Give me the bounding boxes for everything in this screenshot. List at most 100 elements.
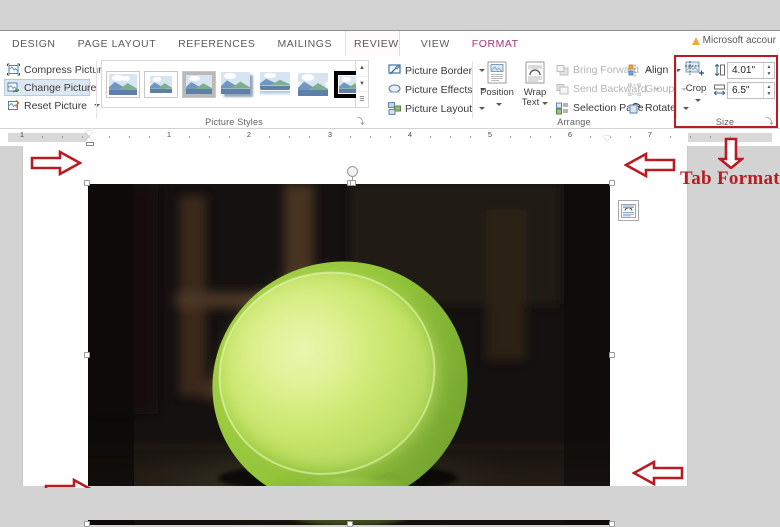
reset-picture-icon: [7, 99, 20, 112]
picture-layout-label: Picture Layout: [405, 102, 473, 115]
arrange-group-label: Arrange: [557, 117, 591, 127]
ribbon-group-adjust: Compress Pictures Change Picture Reset P…: [0, 56, 113, 128]
ruler-number-1: 1: [166, 130, 172, 139]
picture-layout-icon: [388, 102, 401, 115]
align-label: Align: [645, 64, 669, 76]
picture-style-3[interactable]: [220, 70, 254, 98]
ribbon-group-arrange: Position Wrap Text Bring Forward Send Ba…: [476, 56, 689, 128]
compress-pictures-button[interactable]: Compress Pictures: [4, 61, 113, 78]
align-icon: [628, 64, 641, 77]
chevron-down-icon[interactable]: [495, 103, 502, 106]
tab-design[interactable]: DESIGN: [0, 31, 67, 56]
wrap-text-label-2: Text: [521, 97, 540, 108]
green-glowing-lamp-photo[interactable]: [88, 184, 610, 525]
annotation-arrow-right-bottom: [631, 459, 684, 491]
group-divider-2: [472, 61, 473, 119]
document-page[interactable]: [22, 146, 688, 527]
page-left-edge: [22, 146, 23, 487]
reset-picture-label: Reset Picture: [24, 99, 88, 112]
change-picture-icon: [7, 81, 20, 94]
app-screenshot: DESIGN PAGE LAYOUT REFERENCES MAILINGS R…: [0, 0, 780, 527]
tab-format[interactable]: FORMAT: [460, 31, 530, 56]
picture-style-1[interactable]: [144, 70, 178, 98]
send-backward-icon: [556, 83, 569, 96]
picture-style-0[interactable]: [106, 70, 140, 98]
ribbon: Compress Pictures Change Picture Reset P…: [0, 55, 780, 129]
rotation-handle[interactable]: [347, 166, 359, 186]
horizontal-ruler[interactable]: 1 1 2 3 4 5 6 7: [0, 129, 780, 147]
rotate-label: Rotate: [645, 102, 676, 114]
ruler-number-6: 6: [567, 130, 573, 139]
picture-styles-options: Picture Border Picture Effects Picture L…: [388, 56, 486, 128]
chevron-down-icon[interactable]: [542, 102, 549, 105]
gallery-scroll-up-button[interactable]: ▲: [356, 61, 368, 77]
tab-references[interactable]: REFERENCES: [167, 31, 266, 56]
resize-handle-bottom-center[interactable]: [347, 521, 353, 527]
ruler-number-2: 2: [246, 130, 252, 139]
ruler-number-7: 7: [647, 130, 653, 139]
ruler-number-4: 4: [407, 130, 413, 139]
picture-styles-dialog-launcher[interactable]: ⤵: [356, 117, 365, 126]
document-canvas: [0, 146, 780, 527]
wrap-text-icon: [523, 61, 547, 88]
picture-styles-gallery[interactable]: [101, 60, 368, 108]
ruler-text-area: [90, 133, 688, 142]
picture-border-button[interactable]: Picture Border: [388, 62, 486, 79]
microsoft-account-label[interactable]: Microsoft accour: [691, 35, 776, 46]
change-picture-button[interactable]: Change Picture: [4, 79, 96, 96]
resize-handle-middle-left[interactable]: [84, 352, 90, 358]
picture-style-5[interactable]: [296, 70, 330, 98]
size-group-highlight-box: [674, 55, 778, 128]
group-label: Group: [645, 83, 675, 95]
warning-triangle-icon: [691, 36, 700, 45]
first-line-indent-marker[interactable]: [85, 131, 93, 136]
wrap-text-button[interactable]: Wrap Text: [516, 61, 554, 108]
account-text: Microsoft accour: [702, 35, 776, 46]
selected-picture-wrapper[interactable]: [84, 166, 639, 527]
compress-pictures-icon: [7, 63, 20, 76]
reset-picture-button[interactable]: Reset Picture: [4, 97, 101, 114]
position-icon: [485, 61, 509, 88]
selection-pane-icon: [556, 102, 569, 115]
layout-options-icon: [621, 203, 636, 218]
gallery-more-button[interactable]: ☰: [356, 92, 368, 107]
picture-effects-button[interactable]: Picture Effects: [388, 81, 486, 98]
bottom-background-strip: [0, 486, 780, 520]
picture-border-icon: [388, 64, 401, 77]
picture-border-label: Picture Border: [405, 64, 473, 77]
word-window: DESIGN PAGE LAYOUT REFERENCES MAILINGS R…: [0, 30, 780, 527]
picture-layout-button[interactable]: Picture Layout: [388, 100, 486, 117]
right-indent-marker[interactable]: [603, 136, 611, 141]
gallery-scrollbar[interactable]: ▲ ▼ ☰: [356, 60, 369, 108]
tab-review[interactable]: REVIEW: [343, 31, 410, 56]
right-gutter: [688, 146, 780, 487]
resize-handle-top-right[interactable]: [609, 180, 615, 186]
position-button[interactable]: Position: [478, 61, 516, 109]
ribbon-group-picture-styles: ▲ ▼ ☰ Picture Styles ⤵: [100, 56, 369, 128]
picture-style-4[interactable]: [258, 70, 292, 98]
resize-handle-bottom-left[interactable]: [84, 521, 90, 527]
top-background-strip: [0, 0, 780, 30]
layout-options-button[interactable]: [618, 200, 639, 221]
ruler-number-5: 5: [487, 130, 493, 139]
gallery-scroll-down-button[interactable]: ▼: [356, 77, 368, 93]
picture-effects-icon: [388, 83, 401, 96]
ribbon-tab-bar: DESIGN PAGE LAYOUT REFERENCES MAILINGS R…: [0, 31, 780, 56]
ruler-number-3: 3: [327, 130, 333, 139]
ribbon-tabs: DESIGN PAGE LAYOUT REFERENCES MAILINGS R…: [0, 31, 530, 56]
group-icon: [627, 82, 642, 96]
left-gutter: [0, 146, 22, 487]
resize-handle-middle-right[interactable]: [609, 352, 615, 358]
resize-handle-bottom-right[interactable]: [609, 521, 615, 527]
rotate-icon: [628, 102, 641, 115]
ruler-number-0: 1: [19, 130, 25, 139]
bring-forward-icon: [556, 64, 569, 77]
group-divider-1: [96, 61, 97, 119]
annotation-arrow-left-bottom: [44, 478, 96, 488]
picture-style-2[interactable]: [182, 70, 216, 98]
tab-view[interactable]: VIEW: [410, 31, 461, 56]
tab-mailings[interactable]: MAILINGS: [266, 31, 343, 56]
picture-effects-label: Picture Effects: [405, 83, 473, 96]
tab-page-layout[interactable]: PAGE LAYOUT: [67, 31, 168, 56]
resize-handle-top-left[interactable]: [84, 180, 90, 186]
